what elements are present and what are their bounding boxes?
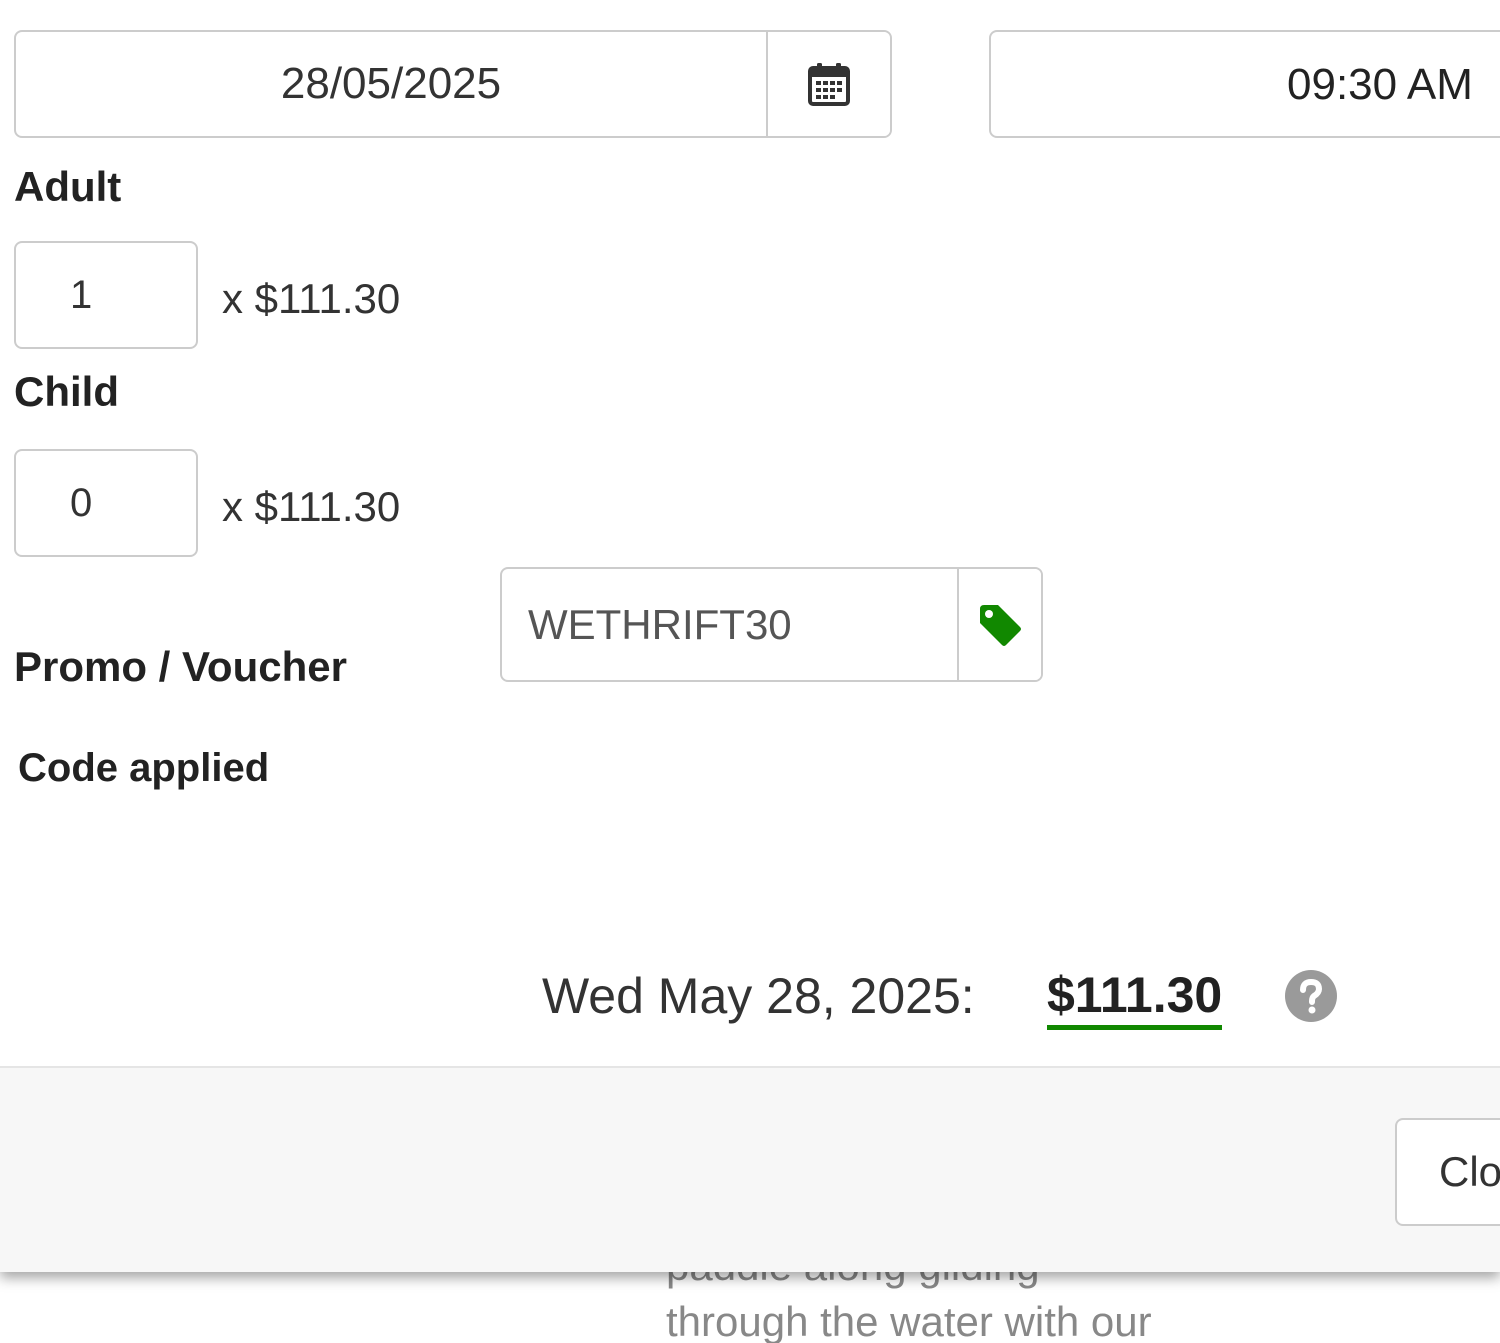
- promo-label: Promo / Voucher: [14, 643, 347, 690]
- modal-footer: Close: [0, 1066, 1500, 1272]
- adult-quantity-input[interactable]: 1: [14, 241, 198, 349]
- summary-total[interactable]: $111.30: [1047, 967, 1223, 1030]
- tag-icon: [980, 604, 1021, 646]
- promo-status: Code applied: [18, 746, 270, 790]
- close-button[interactable]: Close: [1395, 1118, 1500, 1226]
- calendar-button[interactable]: [766, 32, 890, 136]
- calendar-icon: [808, 63, 850, 106]
- adult-label: Adult: [14, 163, 122, 210]
- background-text-partial: paddle along gliding: [666, 1272, 1040, 1290]
- date-picker[interactable]: 28/05/2025: [14, 30, 892, 138]
- child-price: x $111.30: [222, 483, 401, 530]
- child-quantity-input[interactable]: 0: [14, 449, 198, 557]
- time-value: 09:30 AM: [1287, 60, 1473, 109]
- date-input[interactable]: 28/05/2025: [16, 32, 766, 136]
- promo-code-input[interactable]: WETHRIFT30: [502, 569, 957, 680]
- promo-input-group: WETHRIFT30: [500, 567, 1043, 682]
- background-page-content: paddle along gliding through the water w…: [0, 1272, 1500, 1343]
- apply-promo-button[interactable]: [957, 569, 1041, 680]
- time-select[interactable]: 09:30 AM: [989, 30, 1500, 138]
- child-label: Child: [14, 368, 119, 415]
- summary-date: Wed May 28, 2025:: [542, 968, 975, 1024]
- background-text: through the water with our: [666, 1298, 1152, 1343]
- question-circle-icon[interactable]: [1284, 969, 1338, 1023]
- adult-price: x $111.30: [222, 275, 401, 322]
- booking-modal: 28/05/2025 09:30 AM Adult 1 x $111.30 Ch…: [0, 0, 1500, 1272]
